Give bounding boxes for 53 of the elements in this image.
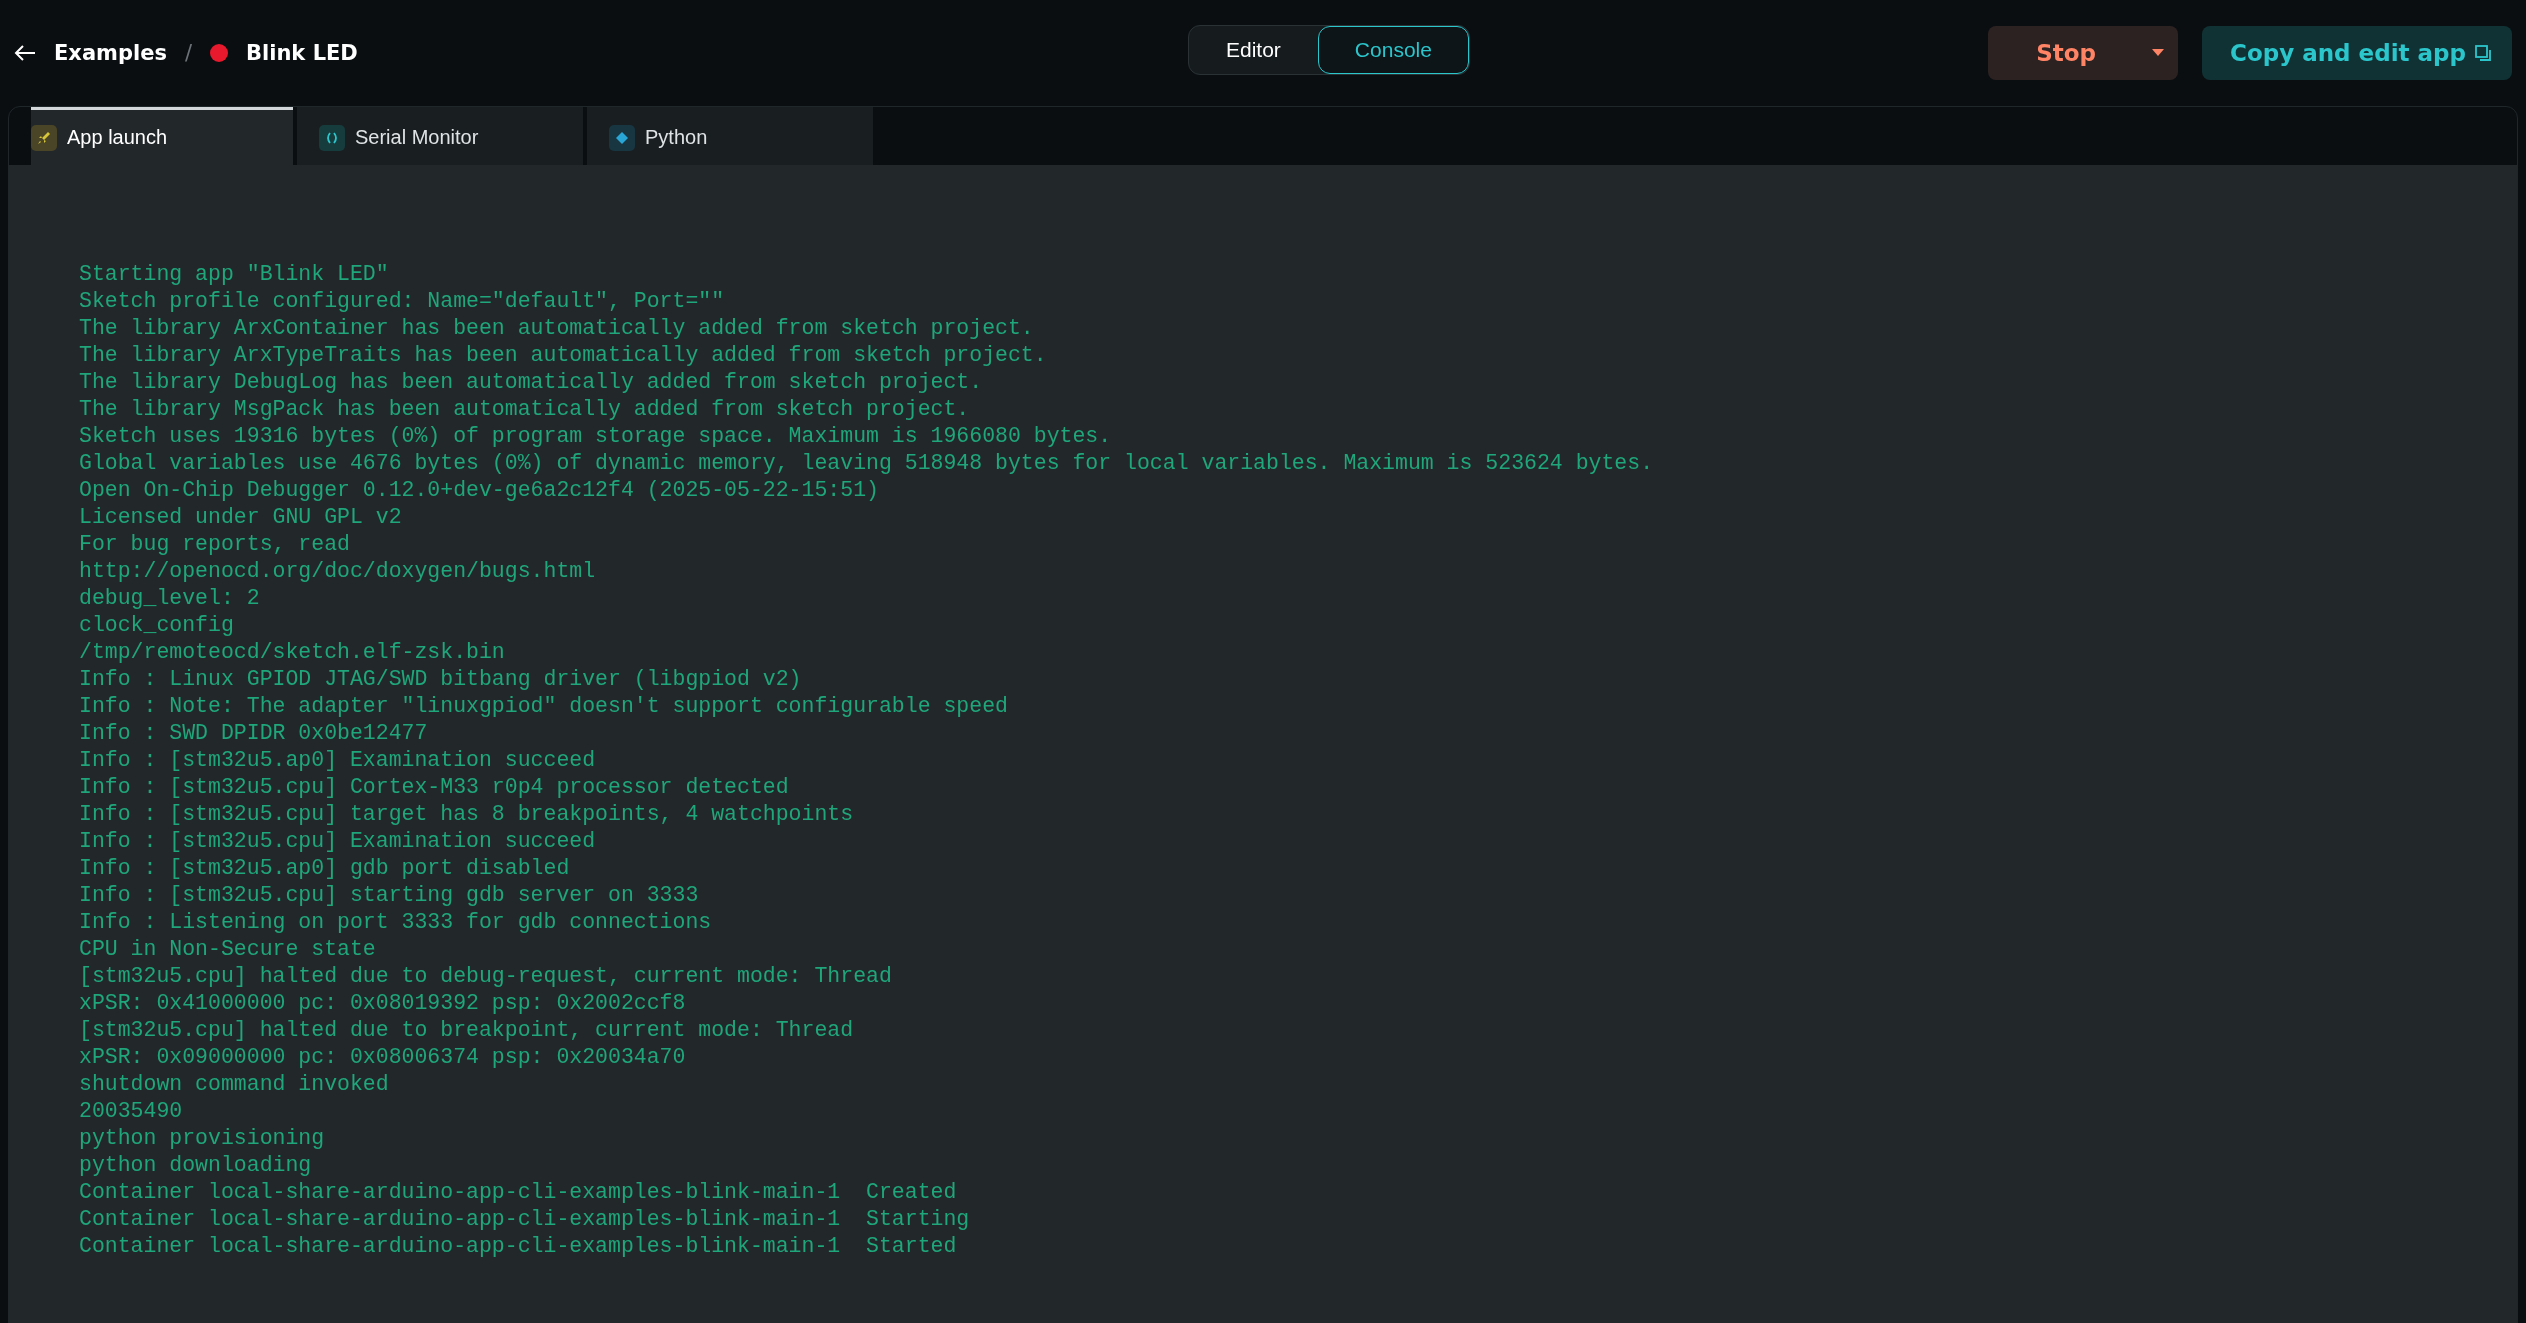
caret-icon bbox=[2152, 49, 2165, 57]
copy-edit-button[interactable]: Copy and edit app bbox=[2202, 26, 2512, 80]
parentheses-icon bbox=[319, 124, 345, 151]
console-line: shutdown command invoked bbox=[79, 1071, 390, 1098]
console-line: Info : [stm32u5.ap0] gdb port disabled bbox=[79, 855, 571, 882]
copy-icon bbox=[2474, 44, 2492, 62]
console-line: The library MsgPack has been automatically added from sketch project. bbox=[79, 396, 971, 423]
console-line: [stm32u5.cpu] halted due to debug-request, current mode: Thread bbox=[79, 963, 893, 990]
console-line: CPU in Non-Secure state bbox=[79, 936, 377, 963]
console-line: The library ArxContainer has been automatically added from sketch project. bbox=[79, 315, 1035, 342]
console-line: Info : [stm32u5.cpu] Cortex-M33 r0p4 processor detected bbox=[79, 774, 790, 801]
view-toggle[interactable]: Editor bbox=[1189, 26, 1318, 74]
console-line: Sketch uses 19316 bytes (0%) of program storage space. Maximum is 1966080 bytes. bbox=[79, 423, 1113, 450]
console-line: Sketch profile configured: Name="default", Port="" bbox=[79, 288, 726, 315]
console-line: Info : Linux GPIOD JTAG/SWD bitbang driver (libgpiod v2) bbox=[79, 666, 803, 693]
console-tab[interactable]: Serial Monitor bbox=[297, 107, 583, 165]
console-line: Container local-share-arduino-app-cli-examples-blink-main-1 Starting bbox=[79, 1206, 971, 1233]
console-line: Info : SWD DPIDR 0x0be12477 bbox=[79, 720, 429, 747]
console-line: clock_config bbox=[79, 612, 235, 639]
console-line: Info : [stm32u5.cpu] Examination succeed bbox=[79, 828, 597, 855]
app-title: Blink LED bbox=[246, 41, 358, 65]
stop-button[interactable]: Stop bbox=[1988, 26, 2139, 80]
console-line: Info : [stm32u5.cpu] starting gdb server on 3333 bbox=[79, 882, 700, 909]
console-line: Licensed under GNU GPL v2 bbox=[79, 504, 403, 531]
console-line: Global variables use 4676 bytes (0%) of dynamic memory, leaving 518948 bytes for local variables. Maximum is 523624 bytes. bbox=[79, 450, 1655, 477]
console-line: Info : [stm32u5.ap0] Examination succeed bbox=[79, 747, 597, 774]
console-line: http://openocd.org/doc/doxygen/bugs.html bbox=[79, 558, 597, 585]
console-line: python provisioning bbox=[79, 1125, 326, 1152]
console-line: Info : Note: The adapter "linuxgpiod" doesn't support configurable speed bbox=[79, 693, 1009, 720]
status-dot-icon bbox=[210, 44, 228, 62]
console-tab[interactable]: App launch bbox=[31, 107, 293, 165]
console-line: /tmp/remoteocd/sketch.elf-zsk.bin bbox=[79, 639, 506, 666]
breadcrumb-separator: / bbox=[184, 41, 192, 65]
console-line: Container local-share-arduino-app-cli-examples-blink-main-1 Started bbox=[79, 1233, 958, 1260]
console-tab[interactable]: Python bbox=[587, 107, 873, 165]
console-line: debug_level: 2 bbox=[79, 585, 261, 612]
back-arrow-icon[interactable] bbox=[14, 44, 36, 62]
console-line: The library DebugLog has been automatically added from sketch project. bbox=[79, 369, 984, 396]
console-line: Info : Listening on port 3333 for gdb connections bbox=[79, 909, 713, 936]
breadcrumb-link[interactable]: Examples bbox=[54, 41, 167, 65]
console-line: xPSR: 0x09000000 pc: 0x08006374 psp: 0x20034a70 bbox=[79, 1044, 687, 1071]
console-line: The library ArxTypeTraits has been automatically added from sketch project. bbox=[79, 342, 1048, 369]
view-toggle[interactable]: Console bbox=[1317, 26, 1469, 74]
console-line: Container local-share-arduino-app-cli-examples-blink-main-1 Created bbox=[79, 1179, 958, 1206]
console-line: xPSR: 0x41000000 pc: 0x08019392 psp: 0x2002ccf8 bbox=[79, 990, 687, 1017]
console-line: For bug reports, read bbox=[79, 531, 351, 558]
console-line: [stm32u5.cpu] halted due to breakpoint, current mode: Thread bbox=[79, 1017, 855, 1044]
rocket-icon bbox=[31, 124, 57, 151]
console-line: Open On-Chip Debugger 0.12.0+dev-ge6a2c12f4 (2025-05-22-15:51) bbox=[79, 477, 880, 504]
console-line: Starting app "Blink LED" bbox=[79, 261, 390, 288]
console-line: 20035490 bbox=[79, 1098, 184, 1125]
console-line: Info : [stm32u5.cpu] target has 8 breakpoints, 4 watchpoints bbox=[79, 801, 855, 828]
console-line: python downloading bbox=[79, 1152, 313, 1179]
